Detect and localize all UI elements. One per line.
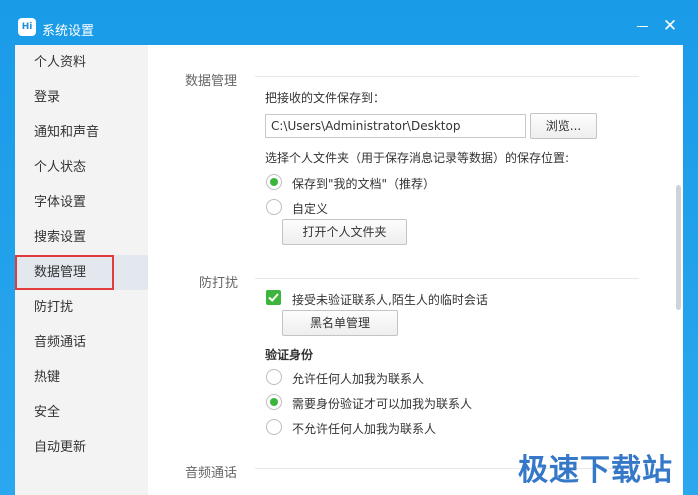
sidebar-item-label: 安全 xyxy=(34,405,61,420)
close-button[interactable]: ✕ xyxy=(660,16,680,36)
sidebar-item-label: 登录 xyxy=(34,90,61,105)
sidebar-item-profile[interactable]: 个人资料 xyxy=(15,45,148,80)
sidebar-item-label: 音频通话 xyxy=(34,335,87,350)
title-bar: Hi 系统设置 ✕ xyxy=(0,0,698,45)
radio-allow-all[interactable] xyxy=(266,369,282,385)
radio-need-verification[interactable] xyxy=(266,394,282,410)
sidebar-item-hotkeys[interactable]: 热键 xyxy=(15,360,148,395)
sidebar-item-auto-update[interactable]: 自动更新 xyxy=(15,430,148,465)
sidebar-item-label: 字体设置 xyxy=(34,195,87,210)
watermark-logo: 极速下载站 xyxy=(518,453,673,488)
save-path-field[interactable]: C:\Users\Administrator\Desktop xyxy=(265,114,526,138)
sidebar-item-search[interactable]: 搜索设置 xyxy=(15,220,148,255)
verify-identity-heading: 验证身份 xyxy=(265,348,314,362)
sidebar-item-notifications[interactable]: 通知和声音 xyxy=(15,115,148,150)
radio-custom-label: 自定义 xyxy=(292,202,329,216)
browse-button[interactable]: 浏览... xyxy=(530,113,597,139)
sidebar-item-label: 通知和声音 xyxy=(34,125,100,140)
sidebar-item-label: 个人资料 xyxy=(34,55,87,70)
radio-custom[interactable] xyxy=(266,199,282,215)
radio-deny-all-label: 不允许任何人加我为联系人 xyxy=(292,422,437,436)
window-title: 系统设置 xyxy=(42,24,95,39)
sidebar-item-label: 热键 xyxy=(34,370,61,385)
accept-unverified-label: 接受未验证联系人,陌生人的临时会话 xyxy=(292,293,488,307)
scrollbar-thumb[interactable] xyxy=(676,185,681,310)
sidebar-item-audio-call[interactable]: 音频通话 xyxy=(15,325,148,360)
checkmark-icon xyxy=(268,293,279,302)
blacklist-button[interactable]: 黑名单管理 xyxy=(282,310,398,336)
save-to-label: 把接收的文件保存到： xyxy=(265,91,386,105)
settings-window: Hi 系统设置 ✕ 个人资料 登录 通知和声音 个人状态 字体设置 搜索设置 数… xyxy=(0,0,698,495)
highlight-box xyxy=(15,255,114,290)
radio-my-documents[interactable] xyxy=(266,174,282,190)
minimize-button[interactable] xyxy=(632,16,652,36)
sidebar-item-security[interactable]: 安全 xyxy=(15,395,148,430)
folder-location-label: 选择个人文件夹（用于保存消息记录等数据）的保存位置: xyxy=(265,151,570,165)
section-divider xyxy=(255,278,639,279)
radio-deny-all[interactable] xyxy=(266,419,282,435)
section-divider xyxy=(255,76,639,77)
sidebar-item-font[interactable]: 字体设置 xyxy=(15,185,148,220)
section-title-data-management: 数据管理 xyxy=(185,74,238,89)
sidebar-item-label: 自动更新 xyxy=(34,440,87,455)
radio-my-documents-label: 保存到"我的文档"（推荐） xyxy=(292,177,436,191)
settings-content: 数据管理 把接收的文件保存到： C:\Users\Administrator\D… xyxy=(148,45,683,495)
vertical-scrollbar[interactable] xyxy=(674,45,683,495)
section-title-audio-call: 音频通话 xyxy=(185,466,238,481)
settings-sidebar: 个人资料 登录 通知和声音 个人状态 字体设置 搜索设置 数据管理 防打扰 音频… xyxy=(15,45,148,495)
minimize-icon xyxy=(636,26,648,27)
app-logo-icon: Hi xyxy=(18,18,36,36)
close-icon: ✕ xyxy=(662,16,678,36)
sidebar-item-label: 个人状态 xyxy=(34,160,87,175)
radio-allow-all-label: 允许任何人加我为联系人 xyxy=(292,372,425,386)
open-personal-folder-button[interactable]: 打开个人文件夹 xyxy=(282,219,407,245)
radio-need-verification-label: 需要身份验证才可以加我为联系人 xyxy=(292,397,473,411)
sidebar-item-label: 防打扰 xyxy=(34,300,74,315)
sidebar-item-label: 搜索设置 xyxy=(34,230,87,245)
accept-unverified-checkbox[interactable] xyxy=(266,290,281,305)
section-title-do-not-disturb: 防打扰 xyxy=(199,276,239,291)
sidebar-item-do-not-disturb[interactable]: 防打扰 xyxy=(15,290,148,325)
sidebar-item-status[interactable]: 个人状态 xyxy=(15,150,148,185)
sidebar-item-login[interactable]: 登录 xyxy=(15,80,148,115)
sidebar-item-data-management[interactable]: 数据管理 xyxy=(15,255,148,290)
